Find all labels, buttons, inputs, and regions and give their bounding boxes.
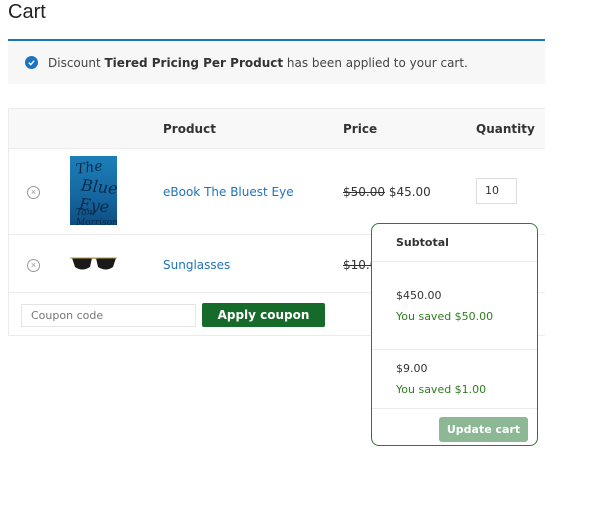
- product-thumbnail[interactable]: The Bluest Eye Toni Morrison: [70, 156, 117, 225]
- remove-item-icon[interactable]: ×: [27, 186, 40, 199]
- divider: [372, 408, 537, 409]
- product-link[interactable]: eBook The Bluest Eye: [163, 185, 294, 199]
- subtotal-header: Subtotal: [372, 224, 537, 262]
- discount-name: Tiered Pricing Per Product: [104, 55, 284, 70]
- sunglasses-icon: [70, 257, 117, 270]
- saved-amount: You saved $1.00: [396, 383, 487, 396]
- notice-prefix: Discount: [48, 55, 105, 70]
- remove-item-icon[interactable]: ×: [27, 259, 40, 272]
- quantity-input[interactable]: 10: [476, 178, 517, 204]
- notice-suffix: has been applied to your cart.: [283, 55, 468, 70]
- thumb-author: Toni Morrison: [76, 208, 117, 225]
- table-header: Product Price Quantity: [9, 109, 545, 149]
- check-circle-icon: [25, 56, 38, 69]
- discount-notice: Discount Tiered Pricing Per Product has …: [8, 39, 545, 84]
- divider: [372, 349, 537, 350]
- sunglasses-thumbnail[interactable]: [70, 255, 118, 278]
- header-product: Product: [163, 122, 216, 136]
- page-title: Cart: [8, 1, 46, 23]
- apply-coupon-button[interactable]: Apply coupon: [202, 303, 325, 327]
- product-price: $50.00 $45.00: [343, 185, 431, 199]
- thumb-title-1: The: [75, 158, 104, 178]
- saved-amount: You saved $50.00: [396, 310, 494, 323]
- subtotal-amount: $9.00: [396, 362, 428, 375]
- header-price: Price: [343, 122, 378, 136]
- notice-text: Discount Tiered Pricing Per Product has …: [48, 56, 468, 70]
- product-link[interactable]: Sunglasses: [163, 258, 230, 272]
- original-price: $50.00: [343, 185, 385, 199]
- subtotal-popup: Subtotal $450.00 You saved $50.00 $9.00 …: [371, 223, 538, 446]
- subtotal-amount: $450.00: [396, 289, 442, 302]
- header-quantity: Quantity: [476, 122, 535, 136]
- discounted-price: $45.00: [388, 185, 431, 199]
- coupon-code-input[interactable]: Coupon code: [21, 304, 196, 327]
- update-cart-button[interactable]: Update cart: [439, 417, 528, 442]
